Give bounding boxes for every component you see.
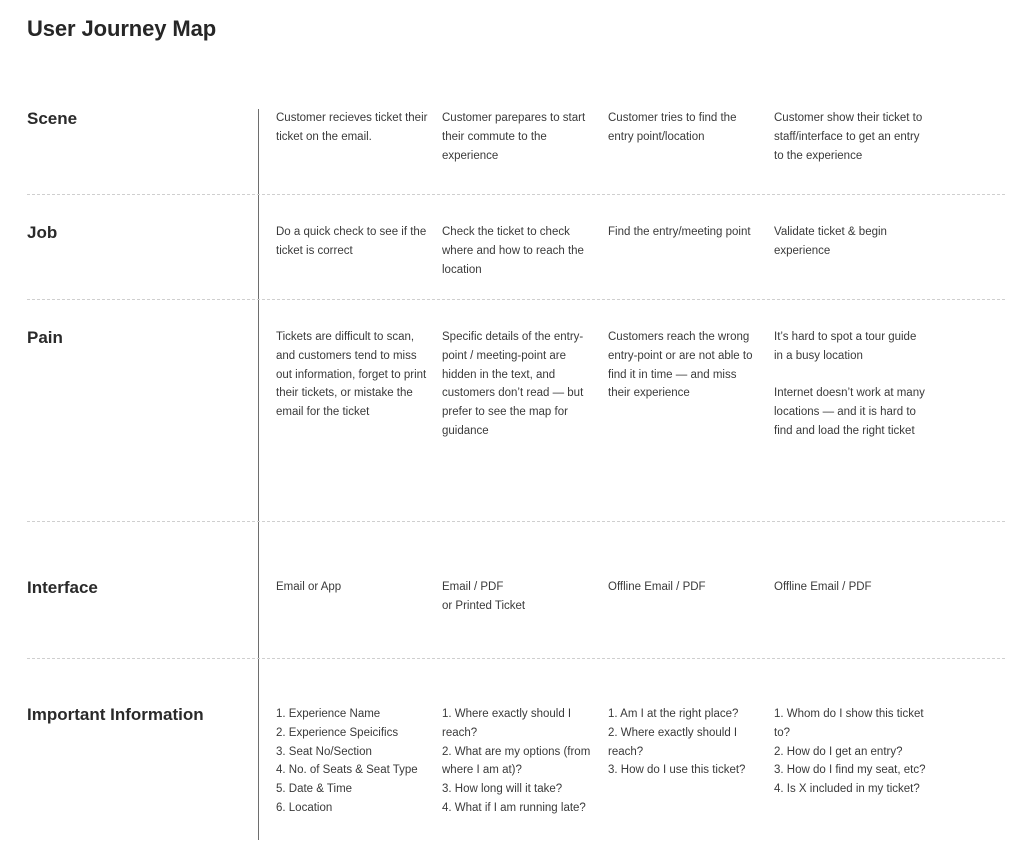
list-item: 6. Location [276,801,333,814]
cell-text: Customer recieves ticket their ticket on… [276,112,428,143]
cell-text: Email or App [276,581,342,593]
pain-cell-2: Specific details of the entry-point / me… [442,328,594,441]
job-cell-1: Do a quick check to see if the ticket is… [276,223,428,261]
cell-text: Tickets are difficult to scan, and custo… [276,331,427,419]
list-item: 1. Whom do I show this ticket to? [774,708,924,739]
list-item: 1. Experience Name [276,708,381,720]
cell-text: Find the entry/meeting point [608,226,751,238]
list-item: 2. What are my options (from where I am … [442,745,591,777]
scene-cell-4: Customer show their ticket to staff/inte… [774,109,926,165]
list-item: 4. Is X included in my ticket? [774,783,920,796]
list-item: 2. How do I get an entry? [774,745,903,758]
list-item: 4. No. of Seats & Seat Type [276,764,418,777]
row-label-job: Job [27,223,58,242]
cell-text: Email / PDF [442,581,504,593]
interface-cell-3: Offline Email / PDF [608,578,760,597]
cell-text: or Printed Ticket [442,599,526,612]
scene-cell-3: Customer tries to find the entry point/l… [608,109,760,147]
row-label-important-information: Important Information [27,705,204,724]
info-cell-3: 1. Am I at the right place? 2. Where exa… [608,705,760,780]
pain-cell-4: It’s hard to spot a tour guide in a busy… [774,328,926,441]
info-cell-1: 1. Experience Name 2. Experience Speicif… [276,705,428,818]
interface-cell-4: Offline Email / PDF [774,578,926,597]
list-item: 5. Date & Time [276,783,353,796]
cell-text: Specific details of the entry-point / me… [442,331,584,437]
list-item: 2. Where exactly should I reach? [608,726,738,758]
list-item: 3. How do I find my seat, etc? [774,764,926,777]
cell-text: Check the ticket to check where and how … [442,226,584,276]
list-item: 1. Am I at the right place? [608,708,739,720]
cell-text: Customer tries to find the entry point/l… [608,112,737,143]
pain-cell-1: Tickets are difficult to scan, and custo… [276,328,428,422]
row-label-interface: Interface [27,578,98,597]
job-cell-3: Find the entry/meeting point [608,223,760,242]
page-title: User Journey Map [27,16,217,41]
row-label-pain: Pain [27,328,63,347]
job-cell-4: Validate ticket & begin experience [774,223,926,261]
list-item: 3. How do I use this ticket? [608,764,746,777]
list-item: 2. Experience Speicifics [276,726,399,739]
pain-cell-3: Customers reach the wrong entry-point or… [608,328,760,403]
info-cell-4: 1. Whom do I show this ticket to? 2. How… [774,705,926,799]
cell-text: Do a quick check to see if the ticket is… [276,226,427,257]
row-label-scene: Scene [27,109,78,128]
row-divider [27,658,1005,659]
list-item: 4. What if I am running late? [442,801,586,814]
job-cell-2: Check the ticket to check where and how … [442,223,594,279]
row-divider [27,194,1005,195]
cell-text: It’s hard to spot a tour guide in a busy… [774,331,917,362]
list-item: 1. Where exactly should I reach? [442,708,572,739]
cell-text: Internet doesn’t work at many locations … [774,387,925,437]
cell-text: Offline Email / PDF [774,581,872,593]
cell-text: Offline Email / PDF [608,581,706,593]
cell-text: Customer parepares to start their commut… [442,112,586,162]
cell-text: Validate ticket & begin experience [774,226,887,257]
column-divider [258,109,259,840]
scene-cell-1: Customer recieves ticket their ticket on… [276,109,428,147]
row-divider [27,299,1005,300]
interface-cell-1: Email or App [276,578,428,597]
info-cell-2: 1. Where exactly should I reach? 2. What… [442,705,594,818]
cell-text: Customer show their ticket to staff/inte… [774,112,923,162]
cell-text: Customers reach the wrong entry-point or… [608,331,753,400]
scene-cell-2: Customer parepares to start their commut… [442,109,594,165]
list-item: 3. How long will it take? [442,783,563,796]
list-item: 3. Seat No/Section [276,745,372,758]
interface-cell-2: Email / PDF or Printed Ticket [442,578,594,616]
row-divider [27,521,1005,522]
